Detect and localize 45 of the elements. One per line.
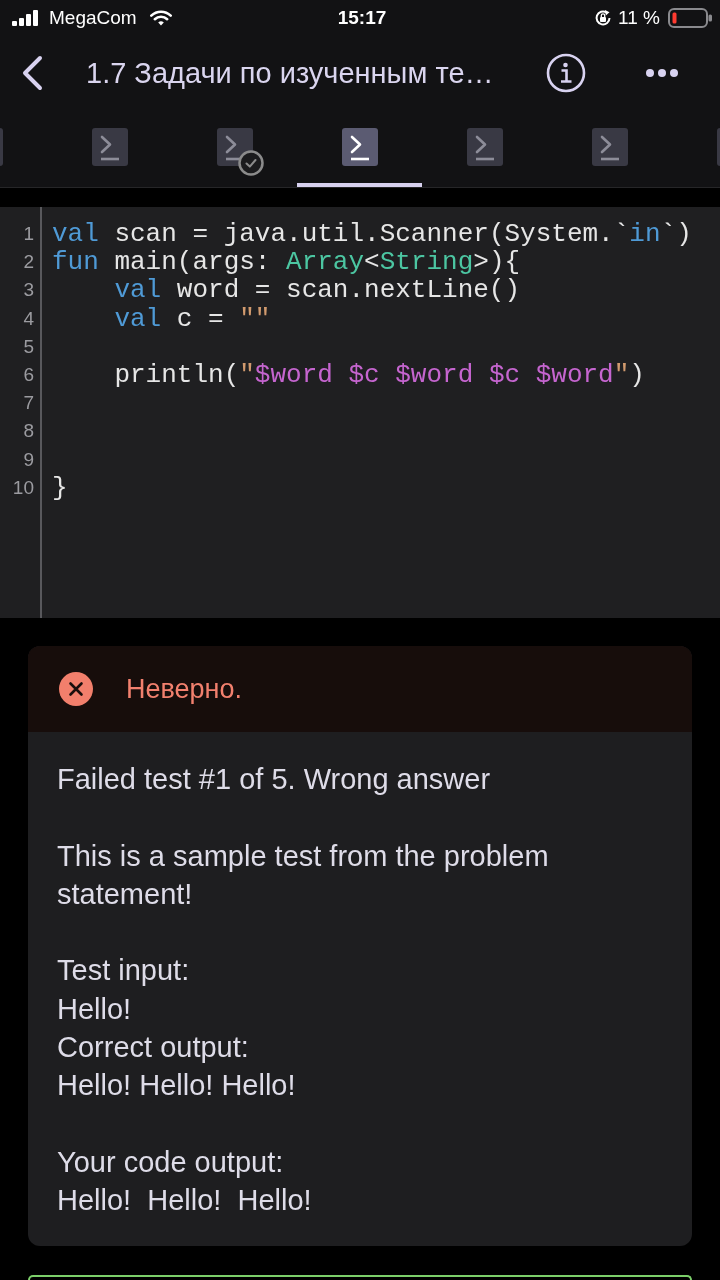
line-number: 4 bbox=[22, 306, 34, 331]
code-line: } bbox=[52, 473, 68, 502]
error-icon bbox=[59, 672, 93, 706]
line-number: 6 bbox=[22, 362, 34, 387]
line-number: 5 bbox=[22, 334, 34, 359]
battery-percent: 11 % bbox=[618, 7, 660, 29]
line-number: 2 bbox=[22, 250, 34, 275]
carrier-name: MegaCom bbox=[49, 7, 137, 29]
page-title: 1.7 Задачи по изученным те… bbox=[86, 56, 495, 90]
code-line: val c = "" bbox=[113, 304, 271, 333]
code-line: println("$word $c $word $c $word") bbox=[113, 360, 645, 390]
code-line: val scan = java.util.Scanner(System.`in`) bbox=[52, 220, 692, 249]
outlined-button[interactable] bbox=[28, 1275, 692, 1280]
message-text: Hello! bbox=[57, 991, 132, 1027]
terminal-icon bbox=[341, 127, 378, 166]
code-line: fun main(args: Array<String>){ bbox=[52, 248, 521, 277]
line-number: 3 bbox=[22, 278, 34, 303]
code-line: val word = scan.nextLine() bbox=[113, 276, 521, 305]
line-number: 9 bbox=[22, 447, 34, 472]
terminal-icon bbox=[91, 127, 128, 166]
rotation-lock-icon bbox=[594, 9, 613, 27]
message-text: Your code output: bbox=[57, 1144, 284, 1180]
terminal-icon bbox=[591, 127, 628, 166]
result-status: Неверно. bbox=[126, 673, 242, 705]
line-number: 8 bbox=[22, 419, 34, 444]
battery-icon bbox=[668, 8, 712, 28]
message-text: This is a sample test from the problem statement! bbox=[57, 838, 550, 912]
more-button[interactable] bbox=[646, 69, 678, 77]
back-icon bbox=[20, 55, 44, 91]
signal-icon bbox=[12, 10, 40, 26]
wifi-icon bbox=[149, 10, 172, 26]
clock-time: 15:17 bbox=[337, 7, 387, 29]
line-number: 7 bbox=[22, 391, 34, 416]
message-text: Hello! Hello! Hello! bbox=[57, 1183, 312, 1219]
message-text: Failed test #1 of 5. Wrong answer bbox=[57, 762, 491, 797]
line-number: 1 bbox=[22, 222, 34, 246]
info-icon bbox=[546, 53, 586, 93]
message-text: Hello! Hello! Hello! bbox=[57, 1068, 296, 1104]
info-button[interactable] bbox=[546, 53, 586, 93]
line-number: 10 bbox=[11, 475, 34, 500]
message-text: Test input: bbox=[57, 953, 190, 989]
back-button[interactable] bbox=[20, 55, 44, 91]
more-icon bbox=[646, 69, 678, 77]
message-text: Correct output: bbox=[57, 1030, 249, 1066]
terminal-icon bbox=[466, 127, 503, 166]
